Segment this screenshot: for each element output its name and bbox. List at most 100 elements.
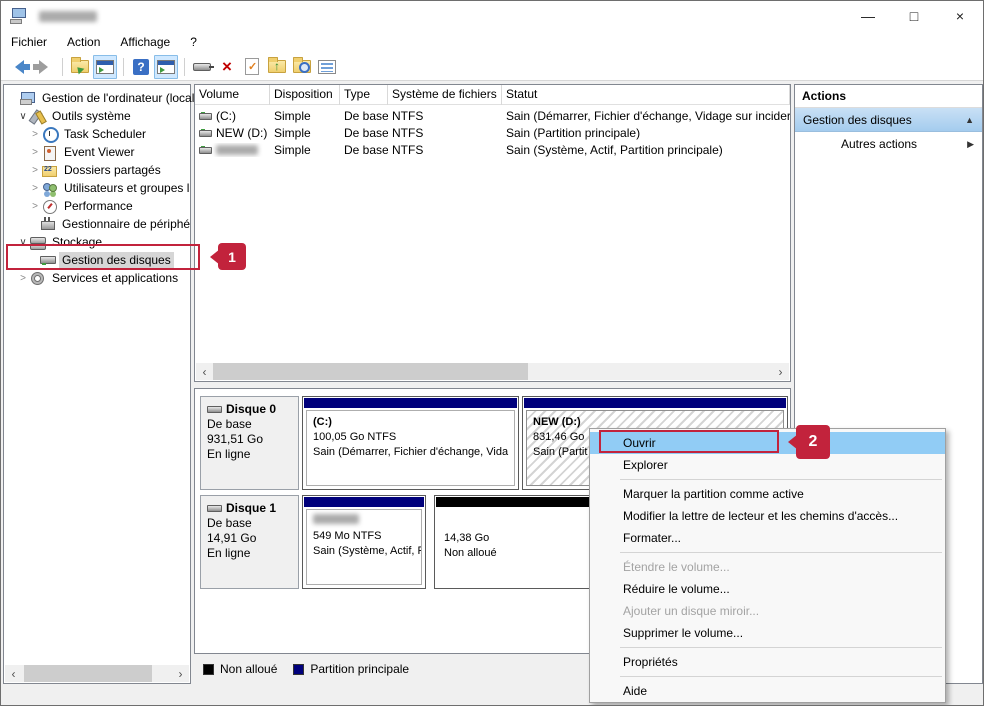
- menu-help[interactable]: ?: [180, 31, 207, 53]
- column-header-volume[interactable]: Volume: [195, 85, 270, 105]
- scroll-thumb[interactable]: [24, 665, 152, 682]
- column-header-type[interactable]: Type: [340, 85, 388, 105]
- tree-item-utilisateurs-groupes[interactable]: Utilisateurs et groupes l: [30, 179, 192, 197]
- context-menu-proprietes[interactable]: Propriétés: [590, 651, 945, 673]
- event-log-icon: [42, 145, 57, 159]
- menu-bar: Fichier Action Affichage ?: [1, 31, 983, 53]
- tree-item-computer-management[interactable]: Gestion de l'ordinateur (local): [8, 89, 201, 107]
- tree-item-event-viewer[interactable]: Event Viewer: [30, 143, 137, 161]
- checklist-document-icon[interactable]: [240, 55, 264, 79]
- tree-item-gestionnaire-peripheriques[interactable]: Gestionnaire de périphé: [40, 215, 193, 233]
- volume-filesystem: NTFS: [388, 109, 502, 123]
- legend-unallocated-label: Non alloué: [220, 662, 277, 676]
- help-icon[interactable]: ?: [129, 55, 153, 79]
- close-button[interactable]: ×: [937, 1, 983, 31]
- annotation-rect-step1: [6, 244, 200, 270]
- scroll-right-icon[interactable]: ›: [772, 363, 789, 380]
- forward-icon[interactable]: [32, 55, 56, 79]
- tree-item-outils-systeme[interactable]: Outils système: [18, 107, 134, 125]
- volume-horizontal-scrollbar[interactable]: ‹ ›: [196, 363, 789, 380]
- minimize-button[interactable]: —: [845, 1, 891, 31]
- context-menu-aide[interactable]: Aide: [590, 680, 945, 702]
- tree-item-label: Gestionnaire de périphé: [59, 216, 193, 232]
- show-console-tree-icon[interactable]: [93, 55, 117, 79]
- menu-action[interactable]: Action: [57, 31, 110, 53]
- scroll-thumb[interactable]: [213, 363, 528, 380]
- volume-name: (C:): [216, 109, 236, 123]
- folder-find-icon[interactable]: [290, 55, 314, 79]
- back-icon[interactable]: [7, 55, 31, 79]
- tree-horizontal-scrollbar[interactable]: ‹ ›: [5, 665, 189, 682]
- volume-filesystem: NTFS: [388, 143, 502, 157]
- tree-item-label: Task Scheduler: [61, 126, 149, 142]
- partition-c[interactable]: (C:) 100,05 Go NTFS Sain (Démarrer, Fich…: [302, 396, 519, 490]
- volume-disposition: Simple: [270, 109, 340, 123]
- chevron-collapsed-icon[interactable]: [30, 201, 40, 212]
- computer-icon: [20, 91, 35, 105]
- column-header-disposition[interactable]: Disposition: [270, 85, 340, 105]
- chevron-collapsed-icon[interactable]: [30, 147, 40, 158]
- users-icon: [42, 181, 57, 195]
- volume-row-new-d[interactable]: NEW (D:) Simple De base NTFS Sain (Parti…: [195, 124, 790, 141]
- tree-item-label: Outils système: [49, 108, 134, 124]
- collapse-up-icon[interactable]: ▲: [965, 115, 974, 125]
- volume-table-header: Volume Disposition Type Système de fichi…: [195, 85, 790, 105]
- delete-icon[interactable]: ×: [215, 55, 239, 79]
- chevron-expanded-icon[interactable]: [18, 111, 28, 122]
- scroll-right-icon[interactable]: ›: [172, 665, 189, 682]
- volume-type: De base: [340, 109, 388, 123]
- tree-item-task-scheduler[interactable]: Task Scheduler: [30, 125, 149, 143]
- drive-icon: [199, 130, 212, 137]
- show-action-pane-icon[interactable]: [154, 55, 178, 79]
- menu-affichage[interactable]: Affichage: [110, 31, 180, 53]
- scroll-track[interactable]: [22, 665, 172, 682]
- tree-item-dossiers-partages[interactable]: Dossiers partagés: [30, 161, 164, 179]
- export-folder-icon[interactable]: [68, 55, 92, 79]
- disk1-label-box[interactable]: Disque 1 De base 14,91 Go En ligne: [200, 495, 299, 589]
- context-menu-formater[interactable]: Formater...: [590, 527, 945, 549]
- disk-status: En ligne: [207, 447, 292, 462]
- tree-item-performance[interactable]: Performance: [30, 197, 136, 215]
- annotation-number: 2: [796, 425, 830, 459]
- volume-row-c[interactable]: (C:) Simple De base NTFS Sain (Démarrer,…: [195, 107, 790, 124]
- window-title-blurred: [39, 11, 97, 22]
- scroll-track[interactable]: [213, 363, 772, 380]
- partition-system-blurred[interactable]: 549 Mo NTFS Sain (Système, Actif, P: [302, 495, 426, 589]
- context-menu-marquer-active[interactable]: Marquer la partition comme active: [590, 483, 945, 505]
- chevron-collapsed-icon[interactable]: [30, 129, 40, 140]
- tree-item-services-applications[interactable]: Services et applications: [18, 269, 181, 287]
- context-menu-modifier-lettre[interactable]: Modifier la lettre de lecteur et les che…: [590, 505, 945, 527]
- annotation-rect-step2: [599, 430, 779, 453]
- maximize-button[interactable]: □: [891, 1, 937, 31]
- column-header-filesystem[interactable]: Système de fichiers: [388, 85, 502, 105]
- chevron-collapsed-icon[interactable]: [30, 165, 40, 176]
- toolbar-separator: [62, 58, 63, 76]
- folder-up-icon[interactable]: [265, 55, 289, 79]
- context-menu-explorer[interactable]: Explorer: [590, 454, 945, 476]
- partition-status: Sain (Démarrer, Fichier d'échange, Vida: [313, 445, 508, 460]
- partition-size: 100,05 Go NTFS: [313, 430, 508, 445]
- actions-section-gestion-des-disques[interactable]: Gestion des disques ▲: [795, 108, 982, 132]
- context-menu-etendre-volume: Étendre le volume...: [590, 556, 945, 578]
- disk0-label-box[interactable]: Disque 0 De base 931,51 Go En ligne: [200, 396, 299, 490]
- menu-fichier[interactable]: Fichier: [1, 31, 57, 53]
- column-header-statut[interactable]: Statut: [502, 85, 790, 105]
- partition-size: 549 Mo NTFS: [313, 529, 415, 544]
- remote-device-icon[interactable]: [190, 55, 214, 79]
- context-menu-reduire-volume[interactable]: Réduire le volume...: [590, 578, 945, 600]
- chevron-collapsed-icon[interactable]: [30, 183, 40, 194]
- actions-item-autres-actions[interactable]: Autres actions ▶: [795, 132, 982, 156]
- scroll-left-icon[interactable]: ‹: [196, 363, 213, 380]
- legend-primary-label: Partition principale: [310, 662, 409, 676]
- partition-context-menu: Ouvrir Explorer Marquer la partition com…: [589, 428, 946, 703]
- volume-list-panel: Volume Disposition Type Système de fichi…: [194, 84, 791, 382]
- scroll-left-icon[interactable]: ‹: [5, 665, 22, 682]
- context-menu-supprimer-volume[interactable]: Supprimer le volume...: [590, 622, 945, 644]
- volume-row-blurred[interactable]: Simple De base NTFS Sain (Système, Actif…: [195, 141, 790, 158]
- services-icon: [30, 271, 45, 285]
- disk-name: Disque 0: [226, 402, 276, 417]
- chevron-collapsed-icon[interactable]: [18, 273, 28, 284]
- disk-type: De base: [207, 516, 292, 531]
- properties-icon[interactable]: [315, 55, 339, 79]
- annotation-number: 1: [218, 243, 246, 270]
